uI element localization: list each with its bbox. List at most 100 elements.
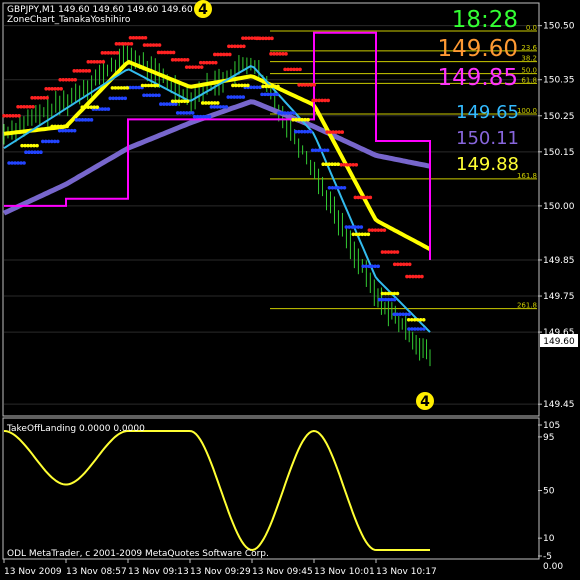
fib-level-label: 100.0 [517,107,537,115]
signal-dot [157,43,162,47]
signal-dot [298,67,302,72]
signal-dot [171,50,176,55]
signal-dot [155,83,160,88]
time-tick-label: 13 Nov 10:01 [314,567,375,577]
price-tick-label: 149.75 [543,292,575,302]
signal-dot [143,35,148,40]
signal-dot [325,148,330,153]
signal-dot [395,250,400,254]
signal-dot [215,101,220,105]
signal-dot [213,60,218,65]
signal-dot [95,105,100,109]
fib-level-label: 50.0 [521,67,537,75]
indicator-name: ZoneChart_TanakaYoshihiro [7,15,131,25]
price-tick-label: 150.15 [543,148,575,158]
clock-readout: 18:28 [452,7,518,33]
signal-dot [246,83,250,88]
signal-dot [242,44,246,49]
signal-dot [392,297,397,302]
signal-dot [336,162,341,167]
signal-dot [35,143,39,148]
price-tick-label: 150.50 [543,22,575,32]
magenta-step-line [4,31,431,260]
time-tick-label: 13 Nov 08:57 [66,567,127,577]
time-tick-label: 13 Nov 10:17 [376,567,437,577]
fib-level-label: 261.8 [517,302,537,310]
price-axis: 150.50 150.35 150.25 150.15 150.00 149.85 149.… [538,22,575,410]
fib-level-label: 161.8 [517,172,537,180]
signal-dot [190,111,195,115]
price-tick-label: 150.00 [543,202,575,212]
indicator-title: TakeOffLanding 0.0000 0.0000 [6,424,145,434]
marker-top-label: 4 [198,2,208,18]
signal-dot [207,114,212,119]
signal-dot [407,262,412,267]
price-readout-magenta: 149.85 [438,65,518,91]
price-tick-label: 149.85 [543,256,575,266]
signal-dot [382,228,387,232]
signal-dot [292,111,296,115]
time-tick-label: 13 Nov 09:13 [128,567,189,577]
signal-dot [420,274,424,279]
indicator-tick-label: 0.00 [543,562,563,572]
current-price-label: 149.60 [543,337,575,347]
signal-dot [276,84,280,89]
signal-dot [73,78,78,82]
signal-dot [306,117,310,122]
signal-dot [125,86,130,90]
price-tick-label: 150.25 [543,112,575,122]
signal-dot [342,186,347,190]
indicator-tick-label: 95 [543,433,554,443]
copyright-footer: ODL MetaTrader, c 2001-2009 MetaQuotes S… [7,549,269,559]
fib-level-label: 38.2 [521,55,537,63]
signal-dot [366,232,371,237]
price-tick-label: 149.45 [543,400,575,410]
fib-level-label: 23.6 [521,44,537,52]
signal-dot [199,65,204,69]
signal-dot [228,52,232,57]
oscillator-line [3,429,430,552]
signal-dot [224,105,229,109]
time-tick-label: 13 Nov 09:45 [252,567,313,577]
signal-dot [376,264,381,269]
signal-dot [422,327,426,331]
signal-dot [421,317,426,322]
signal-dot [39,150,43,155]
chart-canvas[interactable]: 0.0 23.6 38.2 50.061.8 100.0 161.8 261.8 150.5… [0,0,580,580]
metatrader-chart-window: 0.0 23.6 38.2 50.0 61.8 100.0 161.8 261.8 150.5… [0,0,580,580]
signal-dot [89,118,94,122]
time-axis: 13 Nov 2009 13 Nov 08:57 13 Nov 09:13 13 No… [3,559,437,577]
indicator-tick-label: 10 [543,534,555,544]
time-tick-label: 13 Nov 09:29 [190,567,251,577]
signal-dot [115,51,120,55]
signal-dot [157,93,161,98]
price-tick-label: 150.35 [543,76,575,86]
signal-dot [241,95,246,99]
indicator-tick-label: -5 [543,552,552,562]
signal-dot [129,42,134,46]
signal-dot [45,95,49,100]
signal-dot [326,98,330,103]
time-tick-label: 13 Nov 2009 [4,567,62,577]
yellow-ma-line [3,59,431,251]
moving-average-lines [2,31,431,333]
signal-dot [368,195,373,200]
signal-dot [185,99,190,104]
signal-dot [359,225,364,229]
price-readout-orange: 149.60 [438,36,518,62]
signal-dot [101,60,106,64]
signal-dot [87,69,92,73]
signal-dot [407,312,412,317]
signal-dot [65,124,69,129]
indicator-tick-label: 105 [543,421,560,431]
signal-dot [308,129,313,134]
symbol-header: GBPJPY,M1 149.60 149.60 149.60 149.60 [7,5,193,15]
signal-dot [22,161,26,165]
price-readout-yellow: 149.88 [456,154,519,175]
marker-bottom-label: 4 [420,394,430,410]
fib-level-label: 0.0 [526,24,537,32]
signal-dot [106,107,111,111]
signal-dot [59,86,63,91]
signal-dot [354,162,359,167]
signal-dot [275,92,279,97]
